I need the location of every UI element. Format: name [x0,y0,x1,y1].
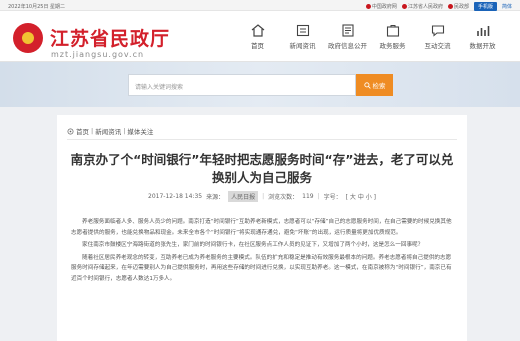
nav-data-open-label: 数据开放 [469,42,496,50]
link-jiangsu-gov-label[interactable]: 江苏省人民政府 [408,3,443,10]
nav-data-open[interactable]: 数据开放 [460,15,505,61]
home-icon [250,23,265,37]
provincial-emblem-icon [401,4,407,9]
nav-interaction[interactable]: 互动交流 [415,15,460,61]
article-paragraph: 家住南京市鼓楼区宁海路街道的张先生，家门前的时间银行卡，在社区服务点工作人员的见… [82,242,424,249]
meta-separator: | [317,193,320,200]
link-china-gov[interactable]: 中国政府网 [365,3,397,10]
article-meta: 2017-12-18 14:35 来源： 人民日报 | 浏览次数： 119 | … [57,191,467,202]
content-fade-overlay [57,311,467,341]
search-input[interactable]: 请输入关键词搜索 [128,74,356,96]
nav-info-disclosure[interactable]: 政府信息公开 [325,15,370,61]
search-icon [363,81,371,89]
article-card: 首页 | 新闻资讯 | 媒体关注 南京办了个“时间银行”年轻时把志愿服务时间“存… [57,115,467,341]
link-mca-label[interactable]: 民政部 [454,3,469,10]
breadcrumb-news[interactable]: 新闻资讯 [95,126,121,136]
link-jiangsu-gov[interactable]: 江苏省人民政府 [401,3,443,10]
main-nav: 首页 新闻资讯 政府信息公开 政务服务 互动交流 数据开放 [235,15,505,61]
breadcrumb: 首页 | 新闻资讯 | 媒体关注 [67,126,153,136]
location-icon [67,128,74,134]
font-size-label: 字号： [323,194,342,201]
site-title[interactable]: 江苏省民政厅 [50,24,170,51]
meta-separator: | [262,193,265,200]
mobile-version-button[interactable]: 手机版 [473,2,497,11]
nav-government-service[interactable]: 政务服务 [370,15,415,61]
logo-emblem-icon[interactable] [13,23,43,53]
nav-info-disclosure-label: 政府信息公开 [328,42,367,50]
ministry-emblem-icon [447,4,453,9]
nav-news[interactable]: 新闻资讯 [280,15,325,61]
article-paragraph: 随着社区居民养老观念的转变，互助养老已成为养老服务的主要模式。队伍的扩充和稳定是… [71,254,452,282]
nav-interaction-label: 互动交流 [424,42,451,50]
views-label: 浏览次数： [268,194,299,201]
site-header: 江苏省民政厅 mzt.jiangsu.gov.cn 首页 新闻资讯 政府信息公开… [0,11,520,62]
article-body: 养老服务面临者人多、服务人员少的问题。南京打造“时间银行”互助养老新模式，志愿者… [71,217,455,287]
publish-date: 2017-12-18 14:35 [148,193,203,200]
views-count: 119 [302,193,314,200]
current-date: 2022年10月25日 星期二 [8,4,66,10]
breadcrumb-separator: | [91,127,94,135]
nav-home-label: 首页 [251,42,264,50]
data-open-icon [475,23,490,37]
search-banner: 请输入关键词搜索 检索 [0,62,520,107]
site-url: mzt.jiangsu.gov.cn [51,50,145,59]
nav-government-service-label: 政务服务 [379,42,406,50]
search-button[interactable]: 检索 [356,74,393,96]
link-china-gov-label[interactable]: 中国政府网 [372,3,397,10]
top-links: 中国政府网 江苏省人民政府 民政部 手机版 简体 [365,2,512,11]
interaction-icon [430,23,445,37]
source-label: 来源： [206,194,225,201]
divider [67,139,457,140]
info-disclosure-icon [340,23,355,37]
national-emblem-icon [365,4,371,9]
nav-news-label: 新闻资讯 [289,42,316,50]
language-toggle[interactable]: 简体 [502,3,512,10]
nav-home[interactable]: 首页 [235,15,280,61]
article-paragraph: 养老服务面临者人多、服务人员少的问题。南京打造“时间银行”互助养老新模式，志愿者… [71,219,452,236]
article-title: 南京办了个“时间银行”年轻时把志愿服务时间“存”进去，老了可以兑换别人为自己服务 [70,152,454,185]
breadcrumb-media[interactable]: 媒体关注 [127,126,153,136]
source-name: 人民日报 [228,191,259,202]
search-button-label: 检索 [372,82,386,90]
link-mca[interactable]: 民政部 [447,3,469,10]
breadcrumb-separator: | [123,127,126,135]
font-size-controls[interactable]: [ 大 中 小 ] [346,192,376,201]
news-icon [295,23,310,37]
government-service-icon [385,23,400,37]
breadcrumb-home[interactable]: 首页 [76,126,89,136]
top-utility-bar: 2022年10月25日 星期二 中国政府网 江苏省人民政府 民政部 手机版 简体 [0,0,520,11]
